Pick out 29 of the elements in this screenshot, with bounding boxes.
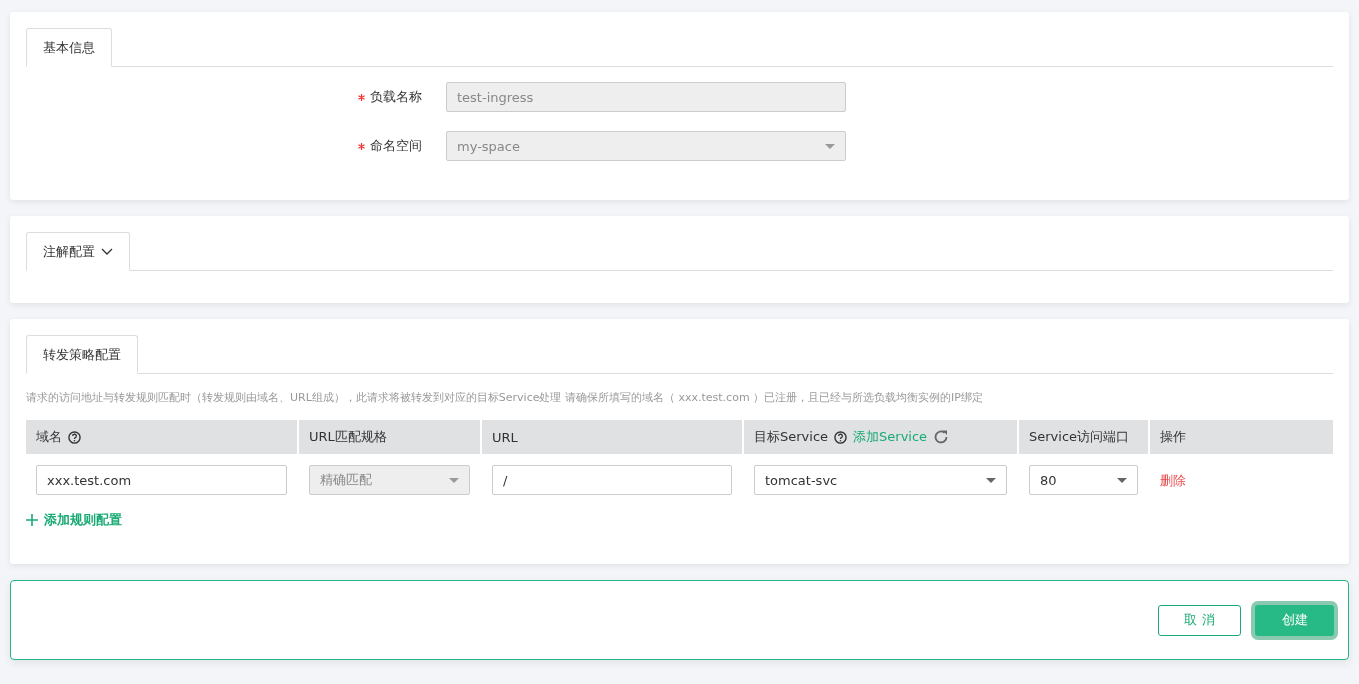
header-label: URL匹配规格	[309, 428, 387, 446]
chevron-down-icon	[101, 248, 113, 255]
help-icon[interactable]	[68, 430, 81, 444]
add-service-link[interactable]: 添加Service	[853, 428, 928, 446]
caret-icon	[1117, 477, 1127, 483]
refresh-icon[interactable]	[933, 429, 950, 445]
caret-icon	[825, 143, 835, 149]
delete-link[interactable]: 删除	[1160, 473, 1186, 488]
domain-input[interactable]: xxx.test.com	[36, 465, 287, 495]
url-input[interactable]: /	[492, 465, 732, 495]
help-icon[interactable]	[834, 430, 848, 444]
port-select[interactable]: 80	[1029, 465, 1138, 495]
field-label: 命名空间	[370, 137, 422, 155]
service-select[interactable]: tomcat-svc	[754, 465, 1007, 495]
header-label: Service访问端口	[1029, 428, 1130, 446]
header-label: URL	[492, 429, 518, 445]
plus-icon	[26, 514, 38, 526]
caret-icon	[449, 477, 459, 483]
cancel-button[interactable]: 取 消	[1158, 604, 1241, 636]
caret-icon	[986, 477, 996, 483]
add-rule-link[interactable]: 添加规则配置	[26, 511, 122, 529]
header-label: 目标Service	[754, 428, 829, 446]
field-label: 负载名称	[370, 88, 422, 106]
header-label: 操作	[1160, 428, 1186, 446]
description-text: 请求的访问地址与转发规则匹配时（转发规则由域名、URL组成），此请求将被转发到对应的目标Service处理 请确保所填写的域名（ xxx.test.com ）已注册，且已经与所选负载均衡实例的IP绑定	[26, 390, 984, 405]
forwarding-tab[interactable]: 转发策略配置	[26, 335, 138, 374]
basic-info-tab[interactable]: 基本信息	[26, 28, 112, 67]
annotation-tab[interactable]: 注解配置	[26, 232, 130, 271]
header-label: 域名	[36, 428, 62, 446]
